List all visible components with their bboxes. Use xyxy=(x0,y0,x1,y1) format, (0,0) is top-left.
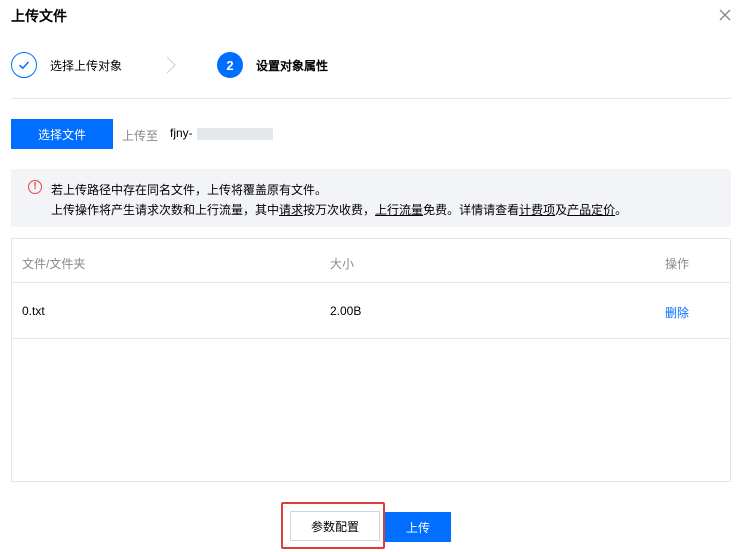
step-number: 2 xyxy=(217,52,243,78)
check-icon xyxy=(11,52,37,78)
file-size: 2.00B xyxy=(330,304,362,318)
file-name: 0.txt xyxy=(22,304,45,318)
table-row: 0.txt 2.00B 删除 xyxy=(12,283,730,339)
close-icon[interactable] xyxy=(715,5,735,25)
chevron-right-icon xyxy=(166,56,176,74)
dialog-title: 上传文件 xyxy=(11,8,67,24)
select-file-button[interactable]: 选择文件 xyxy=(11,119,113,149)
table-header: 文件/文件夹 大小 操作 xyxy=(12,239,730,283)
step-set-properties: 2 设置对象属性 xyxy=(217,51,328,79)
column-header-name: 文件/文件夹 xyxy=(22,257,86,271)
billing-items-link[interactable]: 计费项 xyxy=(519,203,555,217)
step-indicator: 选择上传对象 2 设置对象属性 xyxy=(11,51,731,79)
upstream-traffic-link[interactable]: 上行流量 xyxy=(375,203,423,217)
column-header-action: 操作 xyxy=(665,257,690,271)
path-redaction xyxy=(197,128,273,140)
notice-box: ! 若上传路径中存在同名文件，上传将覆盖原有文件。 上传操作将产生请求次数和上行… xyxy=(11,169,731,227)
product-pricing-link[interactable]: 产品定价 xyxy=(567,203,615,217)
warning-icon: ! xyxy=(28,180,42,194)
notice-text: 按万次收费， xyxy=(303,203,376,217)
notice-line-2: 上传操作将产生请求次数和上行流量，其中请求按万次收费，上行流量免费。详情请查看计… xyxy=(51,200,731,220)
step-label: 选择上传对象 xyxy=(50,58,123,73)
notice-text: 上传操作将产生请求次数和上行流量，其中 xyxy=(51,203,280,217)
step-label: 设置对象属性 xyxy=(256,58,329,73)
request-link[interactable]: 请求 xyxy=(279,203,303,217)
file-table: 文件/文件夹 大小 操作 0.txt 2.00B 删除 xyxy=(11,238,731,482)
upload-to-label: 上传至 xyxy=(122,129,159,143)
upload-path: fjny- xyxy=(170,126,193,140)
upload-button[interactable]: 上传 xyxy=(385,512,451,542)
delete-link[interactable]: 删除 xyxy=(665,304,689,321)
notice-line-1: 若上传路径中存在同名文件，上传将覆盖原有文件。 xyxy=(51,183,328,197)
notice-text: 免费。详情请查看 xyxy=(423,203,520,217)
notice-text: 及 xyxy=(555,203,568,217)
params-config-button[interactable]: 参数配置 xyxy=(290,511,380,541)
step-select-object: 选择上传对象 xyxy=(11,51,122,79)
notice-text: 。 xyxy=(615,203,628,217)
column-header-size: 大小 xyxy=(330,257,355,271)
divider xyxy=(11,98,731,99)
